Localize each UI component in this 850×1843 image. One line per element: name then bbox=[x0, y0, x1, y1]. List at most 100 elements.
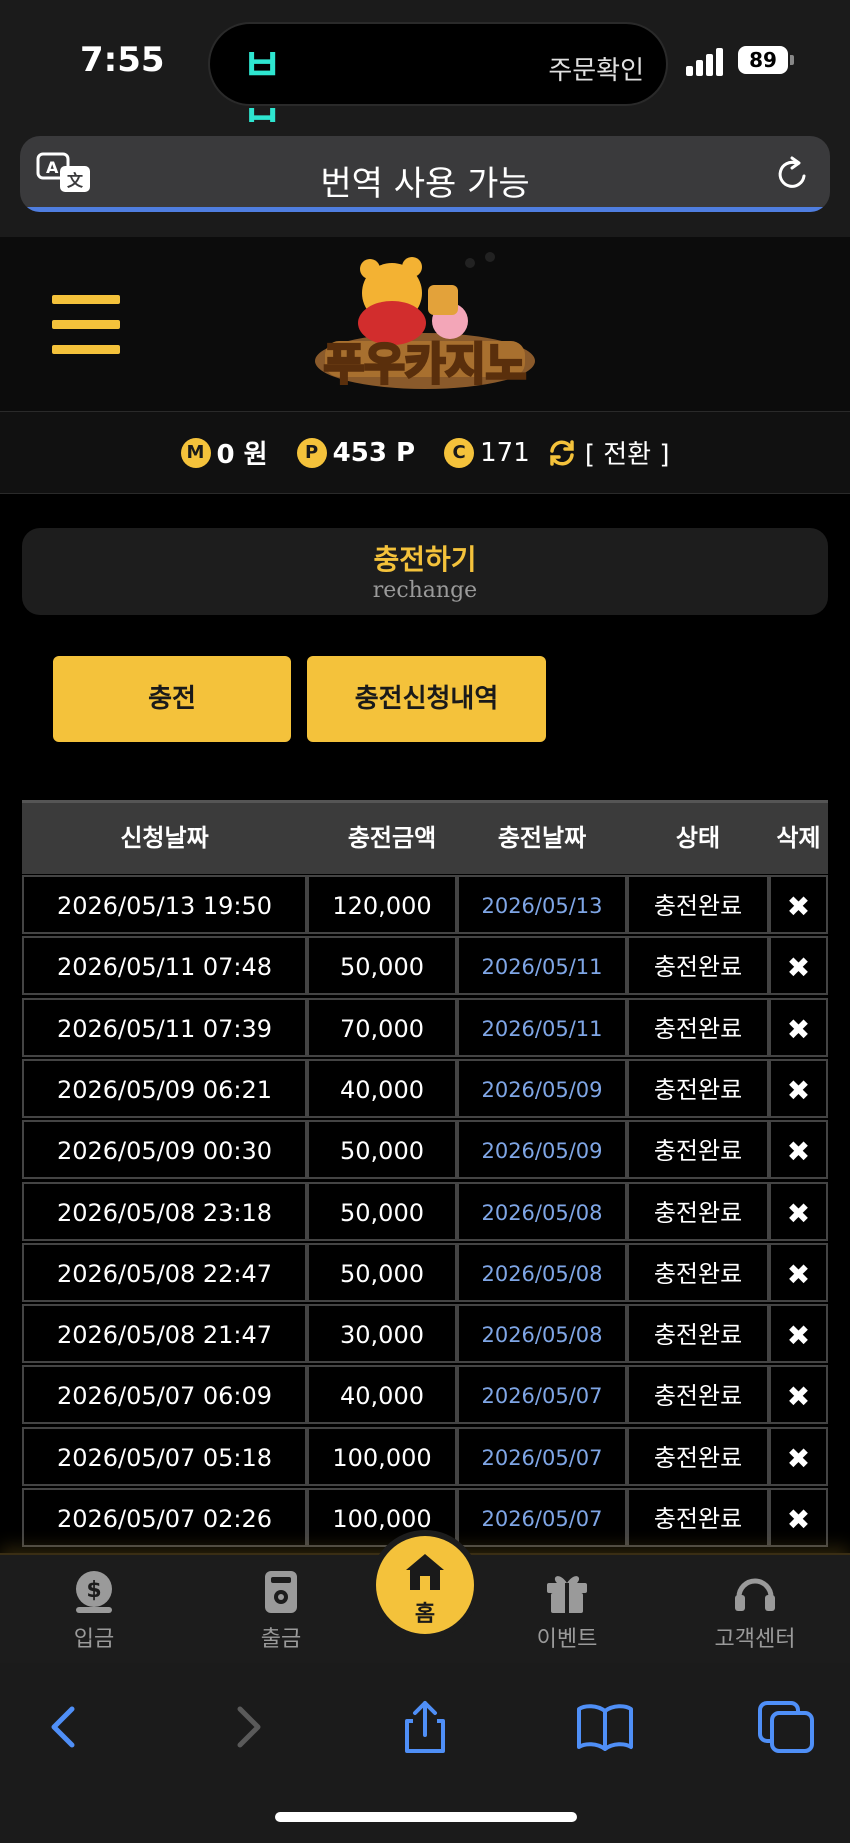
charge-button[interactable]: 충전 bbox=[53, 656, 291, 742]
cell-requested-date: 2026/05/11 07:48 bbox=[22, 936, 307, 996]
island-app-icon: ㅂㅂ bbox=[241, 40, 283, 147]
site-logo[interactable]: 푸우카지노 bbox=[300, 241, 550, 407]
share-icon[interactable] bbox=[395, 1699, 455, 1755]
cell-charged-date: 2026/05/09 bbox=[457, 1120, 627, 1180]
table-row: 2026/05/09 00:30 50,000 2026/05/09 충전완료 ✖ bbox=[22, 1119, 828, 1180]
cell-status: 충전완료 bbox=[627, 1242, 769, 1302]
tab-withdraw[interactable]: 출금 bbox=[216, 1569, 346, 1659]
cell-charged-date: 2026/05/13 bbox=[457, 875, 627, 934]
delete-icon[interactable]: ✖ bbox=[769, 1488, 828, 1547]
tab-event-label: 이벤트 bbox=[536, 1627, 598, 1652]
cell-status: 충전완료 bbox=[627, 936, 769, 996]
header-status: 상태 bbox=[675, 824, 721, 852]
home-icon bbox=[406, 1554, 444, 1590]
table-row: 2026/05/07 05:18 100,000 2026/05/07 충전완료 ✖ bbox=[22, 1426, 828, 1487]
delete-icon[interactable]: ✖ bbox=[769, 875, 828, 934]
cell-charged-date: 2026/05/08 bbox=[457, 1304, 627, 1364]
address-bar[interactable]: A 文 번역 사용 가능 bbox=[20, 136, 830, 212]
svg-text:$: $ bbox=[86, 1578, 101, 1603]
cell-requested-date: 2026/05/08 21:47 bbox=[22, 1304, 307, 1364]
delete-icon[interactable]: ✖ bbox=[769, 1365, 828, 1425]
section-subtitle: rechange bbox=[372, 578, 478, 603]
delete-icon[interactable]: ✖ bbox=[769, 936, 828, 996]
cell-requested-date: 2026/05/09 06:21 bbox=[22, 1058, 307, 1118]
comp-value: 171 bbox=[480, 437, 530, 468]
delete-icon[interactable]: ✖ bbox=[769, 997, 828, 1057]
swap-icon[interactable] bbox=[547, 438, 577, 468]
home-indicator bbox=[275, 1812, 577, 1822]
delete-icon[interactable]: ✖ bbox=[769, 1242, 828, 1302]
loading-progress bbox=[20, 207, 830, 212]
comp-badge: C bbox=[444, 437, 475, 468]
back-icon[interactable] bbox=[36, 1699, 96, 1755]
money-badge: M bbox=[180, 437, 211, 468]
tab-event[interactable]: 이벤트 bbox=[502, 1569, 632, 1659]
cell-charged-date: 2026/05/07 bbox=[457, 1426, 627, 1486]
reload-icon[interactable] bbox=[772, 154, 812, 194]
cell-requested-date: 2026/05/08 23:18 bbox=[22, 1181, 307, 1241]
cell-amount: 50,000 bbox=[307, 1242, 457, 1302]
table-row: 2026/05/08 23:18 50,000 2026/05/08 충전완료 ✖ bbox=[22, 1181, 828, 1242]
tab-withdraw-label: 출금 bbox=[260, 1627, 302, 1652]
cell-amount: 40,000 bbox=[307, 1365, 457, 1425]
convert-link[interactable]: [ 전환 ] bbox=[585, 440, 670, 470]
cell-charged-date: 2026/05/07 bbox=[457, 1488, 627, 1547]
tabs-icon[interactable] bbox=[756, 1699, 816, 1755]
cell-amount: 50,000 bbox=[307, 936, 457, 996]
point-badge: P bbox=[296, 437, 327, 468]
menu-icon[interactable] bbox=[52, 295, 120, 355]
delete-icon[interactable]: ✖ bbox=[769, 1304, 828, 1364]
tab-support[interactable]: 고객센터 bbox=[690, 1569, 820, 1659]
cell-status: 충전완료 bbox=[627, 1365, 769, 1425]
island-text: 주문확인 bbox=[548, 56, 644, 86]
header-delete: 삭제 bbox=[776, 824, 821, 852]
delete-icon[interactable]: ✖ bbox=[769, 1120, 828, 1180]
cell-amount: 50,000 bbox=[307, 1120, 457, 1180]
cell-status: 충전완료 bbox=[627, 1181, 769, 1241]
balance-bar: M0 원 P 453 P C 171 [ 전환 ] bbox=[0, 412, 850, 494]
charge-history-button[interactable]: 충전신청내역 bbox=[307, 656, 546, 742]
tab-deposit[interactable]: $ 입금 bbox=[29, 1569, 159, 1659]
cell-status: 충전완료 bbox=[627, 997, 769, 1057]
header-amount: 충전금액 bbox=[347, 824, 437, 852]
battery-icon: 89 bbox=[738, 46, 788, 74]
table-row: 2026/05/08 21:47 30,000 2026/05/08 충전완료 ✖ bbox=[22, 1303, 828, 1364]
cell-status: 충전완료 bbox=[627, 1058, 769, 1118]
cell-status: 충전완료 bbox=[627, 1304, 769, 1364]
cell-charged-date: 2026/05/09 bbox=[457, 1058, 627, 1118]
url-text[interactable]: 번역 사용 가능 bbox=[20, 156, 830, 205]
cell-charged-date: 2026/05/11 bbox=[457, 936, 627, 996]
table-row: 2026/05/13 19:50 120,000 2026/05/13 충전완료 ✖ bbox=[22, 874, 828, 935]
delete-icon[interactable]: ✖ bbox=[769, 1181, 828, 1241]
delete-icon[interactable]: ✖ bbox=[769, 1058, 828, 1118]
status-bar: 7:55 ㅂㅂ 주문확인 89 bbox=[0, 0, 850, 147]
site-header: 푸우카지노 bbox=[0, 237, 850, 412]
cell-amount: 40,000 bbox=[307, 1058, 457, 1118]
delete-icon[interactable]: ✖ bbox=[769, 1426, 828, 1486]
cell-status: 충전완료 bbox=[627, 1488, 769, 1547]
cell-requested-date: 2026/05/11 07:39 bbox=[22, 997, 307, 1057]
table-row: 2026/05/08 22:47 50,000 2026/05/08 충전완료 ✖ bbox=[22, 1242, 828, 1303]
dynamic-island[interactable]: ㅂㅂ 주문확인 bbox=[208, 22, 668, 147]
tab-support-label: 고객센터 bbox=[714, 1627, 796, 1652]
point-value: 453 P bbox=[332, 437, 416, 468]
cell-requested-date: 2026/05/07 06:09 bbox=[22, 1365, 307, 1425]
cell-charged-date: 2026/05/08 bbox=[457, 1181, 627, 1241]
cell-requested-date: 2026/05/08 22:47 bbox=[22, 1242, 307, 1302]
header-charged-date: 충전날짜 bbox=[497, 824, 587, 852]
cell-amount: 120,000 bbox=[307, 875, 457, 934]
clock: 7:55 bbox=[80, 40, 165, 80]
tab-home[interactable]: 홈 bbox=[376, 1536, 474, 1634]
tab-deposit-label: 입금 bbox=[73, 1627, 115, 1652]
table-row: 2026/05/11 07:48 50,000 2026/05/11 충전완료 ✖ bbox=[22, 935, 828, 996]
cell-status: 충전완료 bbox=[627, 1120, 769, 1180]
cell-amount: 70,000 bbox=[307, 997, 457, 1057]
cell-amount: 30,000 bbox=[307, 1304, 457, 1364]
table-header: 신청날짜 충전금액 충전날짜 상태 삭제 bbox=[22, 800, 828, 874]
cell-requested-date: 2026/05/13 19:50 bbox=[22, 875, 307, 934]
forward-icon[interactable] bbox=[216, 1699, 276, 1755]
address-bar-area: A 文 번역 사용 가능 bbox=[0, 122, 850, 237]
battery-nub bbox=[790, 55, 794, 65]
tab-home-label: 홈 bbox=[414, 1602, 436, 1627]
bookmarks-icon[interactable] bbox=[575, 1699, 635, 1755]
